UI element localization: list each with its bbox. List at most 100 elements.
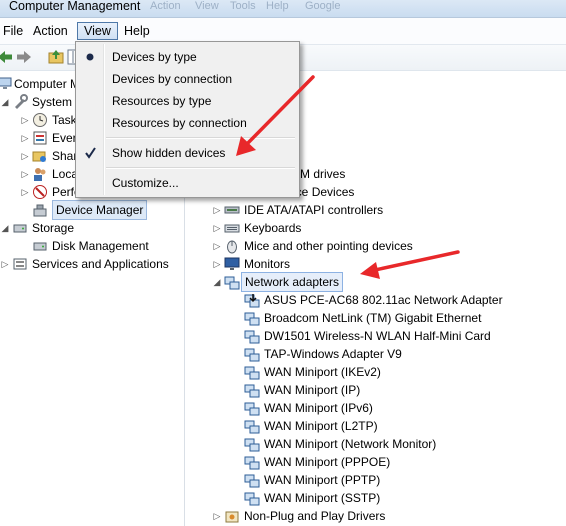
network-adapter-icon: [244, 402, 260, 416]
menu-item-show-hidden-devices[interactable]: Show hidden devices: [78, 142, 297, 164]
collapse-triangle-icon[interactable]: ◢: [0, 93, 10, 111]
tree-label: Broadcom NetLink (TM) Gigabit Ethernet: [264, 311, 482, 325]
tree-label: WAN Miniport (IKEv2): [264, 365, 381, 379]
menu-view[interactable]: View: [77, 22, 118, 40]
tree-label: WAN Miniport (PPPOE): [264, 455, 391, 469]
tree-label: Keyboards: [244, 221, 302, 235]
network-adapter-icon: [244, 420, 260, 434]
tree-label: Task: [52, 113, 77, 127]
menu-item-devices-by-type[interactable]: Devices by type: [78, 46, 297, 68]
users-icon: [34, 168, 46, 181]
event-viewer-icon: [33, 131, 47, 145]
menu-item-label: Resources by connection: [112, 116, 247, 130]
menu-item-devices-by-connection[interactable]: Devices by connection: [78, 68, 297, 90]
mouse-icon: [227, 240, 237, 254]
storage-icon: [13, 224, 27, 233]
services-icon: [13, 258, 27, 270]
menu-item-label: Devices by connection: [112, 72, 233, 86]
expand-triangle-icon[interactable]: ▷: [20, 129, 30, 147]
tree-label: TAP-Windows Adapter V9: [264, 347, 402, 361]
tree-label: Storage: [32, 221, 75, 235]
clock-icon: [33, 113, 47, 127]
expand-triangle-icon[interactable]: ▷: [212, 507, 222, 525]
menu-file[interactable]: File: [0, 23, 26, 39]
tools-icon: [15, 94, 28, 109]
network-adapter-icon: [244, 294, 260, 308]
back-arrow-icon[interactable]: [0, 48, 14, 66]
network-adapter-icon: [244, 438, 260, 452]
menu-item-label: Resources by type: [112, 94, 212, 108]
expand-triangle-icon[interactable]: ▷: [0, 255, 10, 273]
tree-label: Monitors: [244, 257, 291, 271]
network-adapter-icon: [244, 384, 260, 398]
tree-label: WAN Miniport (PPTP): [264, 473, 381, 487]
tree-label: Network adapters: [241, 272, 344, 292]
shared-folder-icon: [32, 151, 46, 162]
menu-separator: [106, 137, 295, 139]
network-adapter-icon: [244, 366, 260, 380]
checkmark-icon: [78, 142, 102, 164]
tree-label: WAN Miniport (SSTP): [264, 491, 381, 505]
title-bar: Computer Management Action View Tools He…: [0, 0, 566, 18]
tree-label: Mice and other pointing devices: [244, 239, 413, 253]
tree-label: WAN Miniport (L2TP): [264, 419, 378, 433]
network-adapter-icon: [244, 348, 260, 362]
network-adapter-icon: [224, 276, 240, 290]
tree-label: WAN Miniport (IPv6): [264, 401, 373, 415]
tree-label: ASUS PCE-AC68 802.11ac Network Adapter: [264, 293, 503, 307]
menu-item-label: Show hidden devices: [112, 146, 226, 160]
tree-label: Services and Applications: [32, 257, 169, 271]
expand-triangle-icon[interactable]: ▷: [212, 219, 222, 237]
tree-label: DW1501 Wireless-N WLAN Half-Mini Card: [264, 329, 491, 343]
network-adapter-icon: [244, 312, 260, 326]
network-adapter-icon: [244, 456, 260, 470]
collapse-triangle-icon[interactable]: ◢: [212, 273, 222, 291]
collapse-triangle-icon[interactable]: ◢: [0, 219, 10, 237]
performance-icon: [33, 185, 47, 199]
menu-help[interactable]: Help: [121, 23, 153, 39]
menu-item-label: Customize...: [112, 176, 179, 190]
tree-label: Disk Management: [52, 239, 149, 253]
ide-controller-icon: [224, 206, 240, 214]
device-manager-icon: [33, 204, 47, 217]
expand-triangle-icon[interactable]: ▷: [212, 201, 222, 219]
computer-icon: [0, 77, 12, 89]
forward-arrow-icon[interactable]: [15, 48, 33, 66]
expand-triangle-icon[interactable]: ▷: [212, 255, 222, 273]
menu-item-resources-by-connection[interactable]: Resources by connection: [78, 112, 297, 134]
menu-action[interactable]: Action: [30, 23, 71, 39]
tree-label: Non-Plug and Play Drivers: [244, 509, 386, 523]
menu-item-label: Devices by type: [112, 50, 197, 64]
menu-separator: [106, 167, 295, 169]
expand-triangle-icon[interactable]: ▷: [20, 111, 30, 129]
disk-icon: [33, 242, 47, 251]
tree-label: IDE ATA/ATAPI controllers: [244, 203, 384, 217]
driver-icon: [225, 511, 239, 523]
tree-label: WAN Miniport (Network Monitor): [264, 437, 437, 451]
radio-dot-icon: [78, 46, 102, 68]
keyboard-icon: [224, 224, 240, 233]
ghost-text: Action: [150, 0, 181, 12]
tree-label: Shar: [52, 149, 78, 163]
window-title: Computer Management: [9, 0, 141, 13]
expand-triangle-icon[interactable]: ▷: [20, 165, 30, 183]
monitor-icon: [224, 257, 240, 270]
tree-label: WAN Miniport (IP): [264, 383, 361, 397]
network-adapter-icon: [244, 474, 260, 488]
ghost-text: Tools: [230, 0, 256, 12]
view-menu: Devices by type Devices by connection Re…: [75, 41, 300, 198]
menu-item-resources-by-type[interactable]: Resources by type: [78, 90, 297, 112]
tree-label: Ever: [52, 131, 77, 145]
expand-triangle-icon[interactable]: ▷: [212, 237, 222, 255]
ghost-text: Google: [305, 0, 341, 12]
ghost-text: View: [195, 0, 219, 12]
up-folder-icon[interactable]: [47, 48, 65, 66]
network-adapter-icon: [244, 330, 260, 344]
expand-triangle-icon[interactable]: ▷: [20, 183, 30, 201]
tree-label: Computer M: [14, 77, 81, 91]
expand-triangle-icon[interactable]: ▷: [20, 147, 30, 165]
menu-item-customize[interactable]: Customize...: [78, 172, 297, 194]
network-adapter-icon: [244, 492, 260, 506]
ghost-text: Help: [266, 0, 289, 12]
tree-label: Device Manager: [52, 200, 148, 220]
